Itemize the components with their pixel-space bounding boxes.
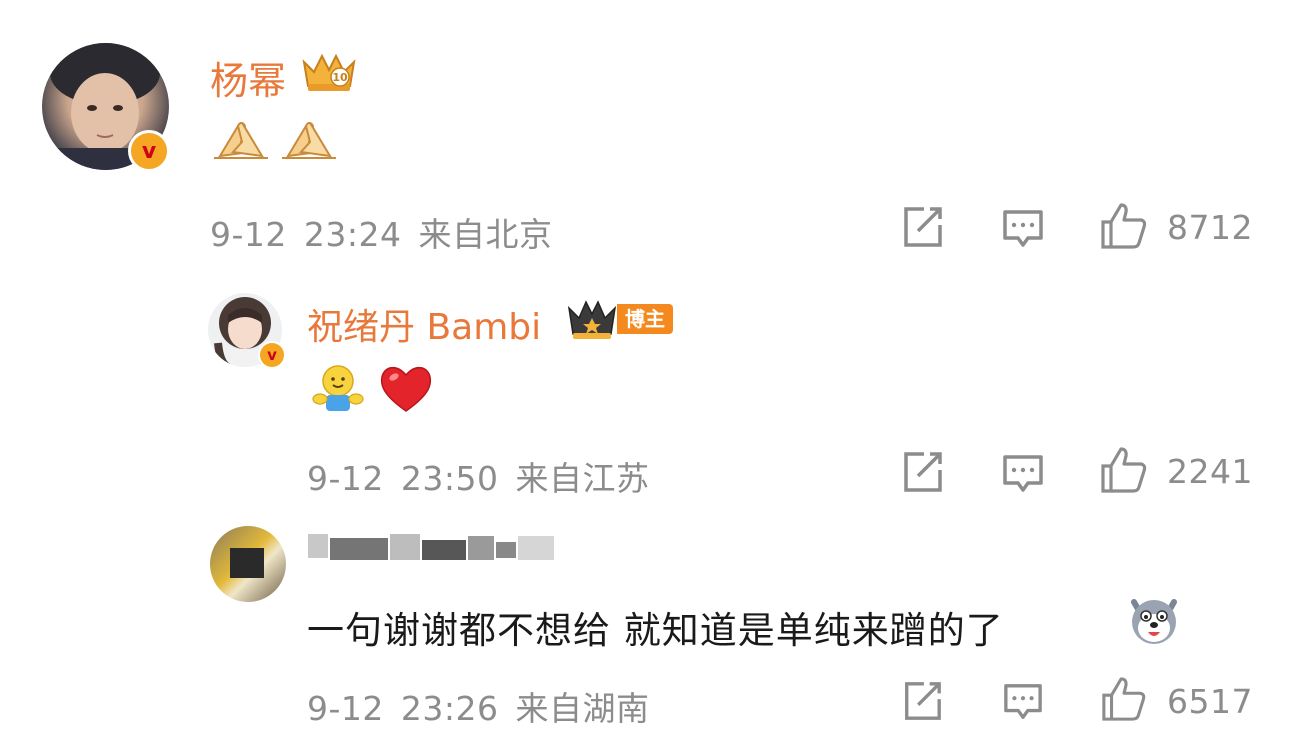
reply-item: 一句谢谢都不想给 就知道是单纯来蹭的了 9-12 23:26 来自湖南 6517	[0, 500, 1290, 728]
crown-level-icon: 10	[300, 50, 358, 94]
crown-icon	[566, 298, 618, 342]
share-icon[interactable]	[900, 450, 944, 494]
username[interactable]: 杨幂	[210, 50, 286, 105]
level-number: 10	[332, 71, 348, 84]
hug-icon	[312, 363, 364, 415]
like-thumb-icon[interactable]	[1100, 202, 1148, 250]
verified-badge-icon: v	[258, 341, 286, 369]
comment-meta: 9-12 23:24 来自北京	[210, 208, 553, 256]
comment-time: 23:50	[400, 459, 499, 498]
reply-item: v 祝绪丹 Bambi 博主 9-12 23:50 来自江苏 2241	[0, 280, 1290, 500]
pixelated-username	[300, 530, 560, 566]
comment-text: 一句谢谢都不想给 就知道是单纯来蹭的了	[307, 609, 1004, 652]
verified-badge-icon: v	[128, 130, 170, 172]
reply-icon[interactable]	[1002, 682, 1044, 722]
comment-item: v 杨幂 10 9-12 23:24 来自北京 8712	[0, 0, 1290, 280]
like-count: 6517	[1167, 682, 1253, 721]
comment-meta: 9-12 23:50 来自江苏	[307, 452, 650, 500]
comment-meta: 9-12 23:26 来自湖南	[307, 682, 650, 730]
comment-time: 23:24	[303, 215, 402, 254]
comment-location: 来自湖南	[515, 689, 650, 728]
husky-emoji-icon	[1126, 592, 1182, 648]
like-thumb-icon[interactable]	[1100, 676, 1148, 722]
comment-date: 9-12	[210, 215, 287, 254]
comment-date: 9-12	[307, 689, 384, 728]
comment-location: 来自江苏	[515, 459, 650, 498]
share-icon[interactable]	[900, 680, 944, 722]
username[interactable]: 祝绪丹 Bambi	[307, 298, 541, 350]
like-count: 2241	[1167, 452, 1253, 491]
reply-icon[interactable]	[1002, 453, 1044, 495]
comment-time: 23:26	[400, 689, 499, 728]
avatar-censor-block	[230, 548, 264, 578]
comment-date: 9-12	[307, 459, 384, 498]
avatar[interactable]	[210, 526, 286, 602]
red-heart-icon	[378, 363, 434, 415]
comment-location: 来自北京	[418, 215, 553, 254]
pray-hands-icon	[280, 112, 338, 162]
author-badge: 博主	[617, 304, 673, 334]
share-icon[interactable]	[900, 205, 944, 249]
like-count: 8712	[1167, 208, 1253, 247]
pray-hands-icon	[212, 112, 270, 162]
reply-icon[interactable]	[1002, 208, 1044, 250]
like-thumb-icon[interactable]	[1100, 446, 1148, 494]
